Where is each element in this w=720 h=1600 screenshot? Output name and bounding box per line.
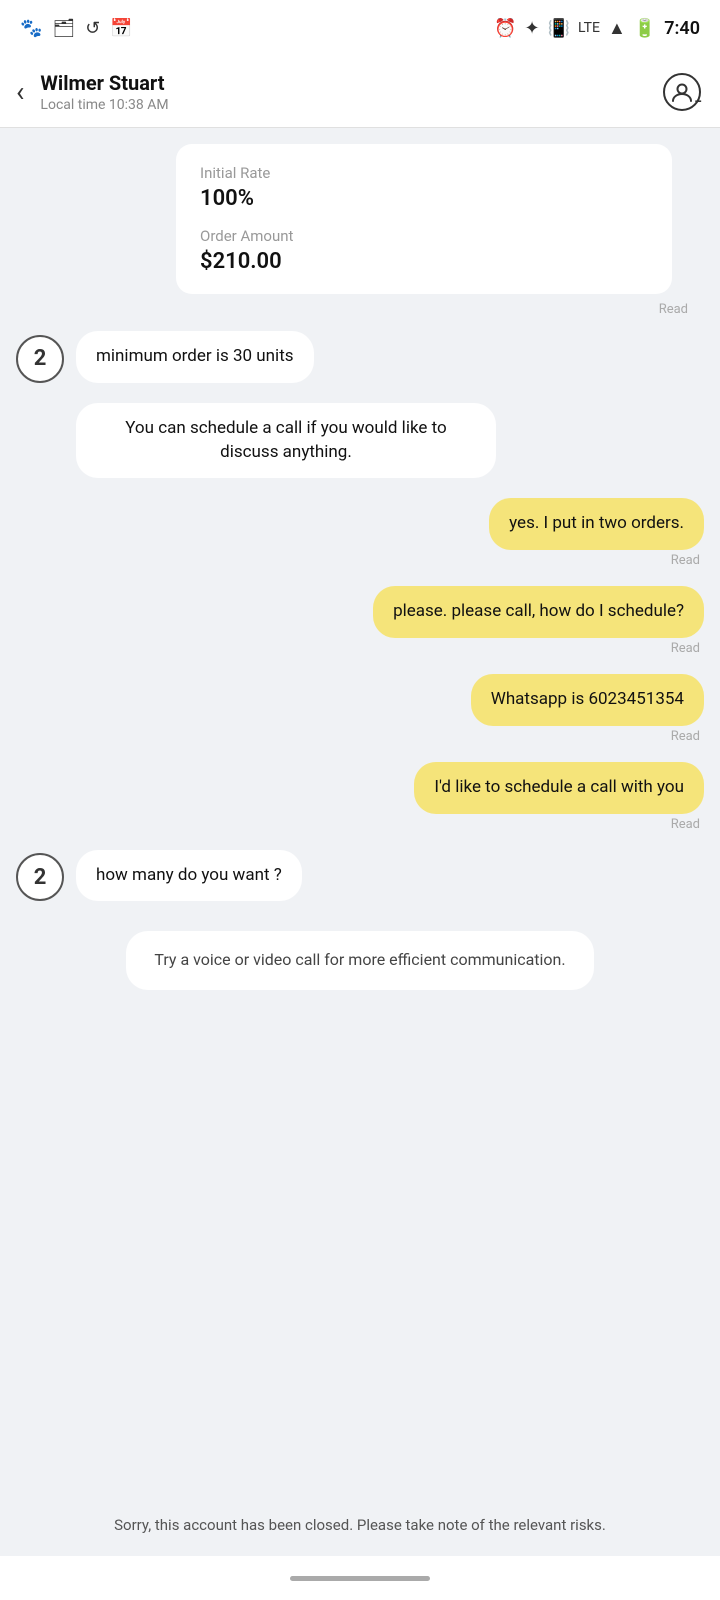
local-time: Local time 10:38 AM [40, 97, 660, 113]
order-amount-value: $210.00 [200, 249, 648, 274]
order-card-bubble: Initial Rate 100% Order Amount $210.00 [176, 144, 672, 294]
icon-battery: 🔋 [634, 18, 656, 39]
msg-with-badge-1: 2 minimum order is 30 units [16, 331, 314, 383]
status-icons-left: 🐾 🗂 ↺ 📅 [20, 18, 133, 39]
msg-block-2: You can schedule a call if you would lik… [16, 403, 704, 479]
icon-vibrate: 📳 [548, 18, 570, 39]
bubble-3: yes. I put in two orders. [489, 498, 704, 550]
bubble-5: Whatsapp is 6023451354 [471, 674, 704, 726]
bubble-7: how many do you want ? [76, 850, 302, 902]
read-5: Read [671, 729, 704, 744]
msg-block-7: 2 how many do you want ? [16, 850, 704, 902]
bubble-4: please. please call, how do I schedule? [373, 586, 704, 638]
bubble-6: I'd like to schedule a call with you [414, 762, 704, 814]
card-read-label: Read [16, 302, 688, 317]
back-button[interactable]: ‹ [16, 78, 24, 106]
msg-block-1: 2 minimum order is 30 units [16, 331, 704, 383]
badge-7: 2 [16, 853, 64, 901]
msg-with-badge-7: 2 how many do you want ? [16, 850, 302, 902]
read-6: Read [671, 817, 704, 832]
bottom-bar [0, 1556, 720, 1600]
read-4: Read [671, 641, 704, 656]
system-bubble: Try a voice or video call for more effic… [126, 931, 593, 989]
msg-block-4: please. please call, how do I schedule? … [16, 586, 704, 656]
contact-name: Wilmer Stuart [40, 71, 660, 95]
msg-block-3: yes. I put in two orders. Read [16, 498, 704, 568]
status-time: 7:40 [664, 18, 700, 39]
chat-area: Initial Rate 100% Order Amount $210.00 R… [0, 128, 720, 1505]
icon-paw: 🐾 [20, 18, 42, 39]
msg-block-5: Whatsapp is 6023451354 Read [16, 674, 704, 744]
bubble-2: You can schedule a call if you would lik… [76, 403, 496, 479]
lte-label: LTE [578, 20, 600, 36]
header-info: Wilmer Stuart Local time 10:38 AM [40, 71, 660, 113]
icon-alarm: ⏰ [494, 18, 516, 39]
bubble-1: minimum order is 30 units [76, 331, 314, 383]
read-3: Read [671, 553, 704, 568]
contact-avatar-button[interactable]: − [660, 70, 704, 114]
msg-block-6: I'd like to schedule a call with you Rea… [16, 762, 704, 832]
system-msg-row: Try a voice or video call for more effic… [32, 931, 688, 989]
closed-banner: Sorry, this account has been closed. Ple… [0, 1505, 720, 1556]
chat-header: ‹ Wilmer Stuart Local time 10:38 AM − [0, 56, 720, 128]
avatar-minus-icon: − [694, 94, 702, 110]
badge-1: 2 [16, 335, 64, 383]
status-bar: 🐾 🗂 ↺ 📅 ⏰ ✦ 📳 LTE ▲ 🔋 7:40 [0, 0, 720, 56]
icon-refresh: ↺ [85, 18, 100, 39]
home-indicator [290, 1576, 430, 1581]
icon-calendar: 📅 [110, 18, 132, 39]
status-icons-right: ⏰ ✦ 📳 LTE ▲ 🔋 7:40 [494, 18, 700, 39]
initial-rate-label: Initial Rate [200, 164, 648, 182]
icon-bluetooth: ✦ [524, 18, 539, 39]
initial-rate-value: 100% [200, 186, 648, 211]
icon-signal: ▲ [608, 18, 626, 39]
order-amount-label: Order Amount [200, 227, 648, 245]
icon-folder: 🗂 [52, 18, 75, 39]
